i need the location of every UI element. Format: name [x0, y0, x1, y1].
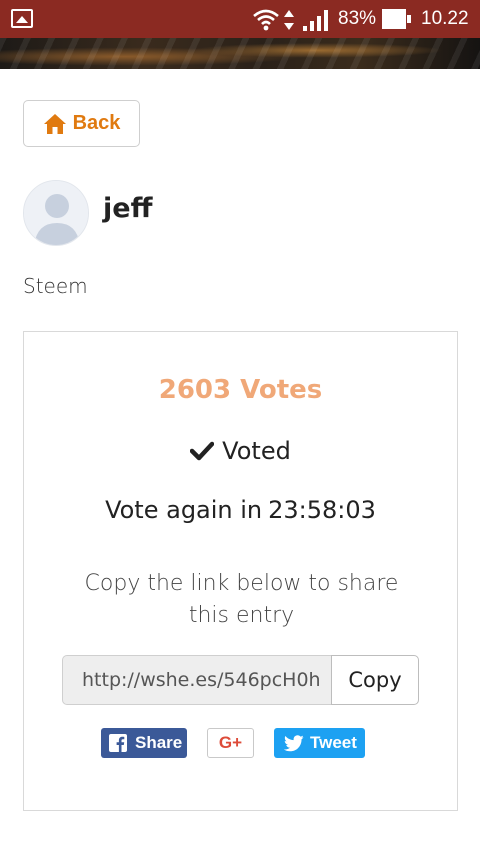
facebook-share-button[interactable]: Share: [101, 728, 187, 758]
vote-card: 2603 Votes Voted Vote again in 23:58:03 C…: [23, 331, 458, 811]
share-link-group: Copy: [62, 655, 419, 705]
voted-status: Voted: [24, 437, 457, 465]
checkmark-icon: [190, 441, 215, 461]
vote-count: 2603 Votes: [158, 375, 323, 405]
data-arrows-icon: [284, 10, 294, 30]
entry-subtitle: Steem: [23, 274, 88, 298]
avatar-icon: [24, 181, 88, 245]
copy-button[interactable]: Copy: [331, 655, 419, 705]
google-plus-share-button[interactable]: G+: [207, 728, 254, 758]
battery-percentage: 83%: [338, 8, 377, 29]
home-icon: [43, 113, 66, 134]
google-plus-label: G+: [218, 733, 243, 752]
vote-countdown: Vote again in 23:58:03: [24, 496, 457, 524]
status-bar: 83% 10.22: [0, 0, 480, 38]
twitter-tweet-button[interactable]: Tweet: [274, 728, 365, 758]
countdown-label: Vote again in: [105, 496, 263, 524]
username: jeff: [103, 193, 153, 224]
countdown-time: 23:58:03: [268, 496, 376, 524]
facebook-icon: [109, 734, 127, 752]
back-button-label: Back: [72, 112, 121, 134]
facebook-share-label: Share: [135, 733, 183, 752]
gallery-icon: [11, 9, 33, 28]
twitter-tweet-label: Tweet: [310, 733, 357, 752]
wifi-icon: [253, 9, 279, 31]
twitter-bird-icon: [284, 734, 304, 751]
back-button[interactable]: Back: [23, 100, 140, 147]
share-instructions: Copy the link below to share this entry: [84, 571, 399, 628]
share-link-field[interactable]: [62, 655, 331, 705]
signal-icon: [303, 10, 328, 31]
header-banner-image: [0, 38, 480, 69]
clock-time: 10.22: [421, 8, 469, 29]
battery-icon: [382, 9, 411, 29]
avatar: [23, 180, 89, 246]
voted-label: Voted: [222, 437, 291, 465]
